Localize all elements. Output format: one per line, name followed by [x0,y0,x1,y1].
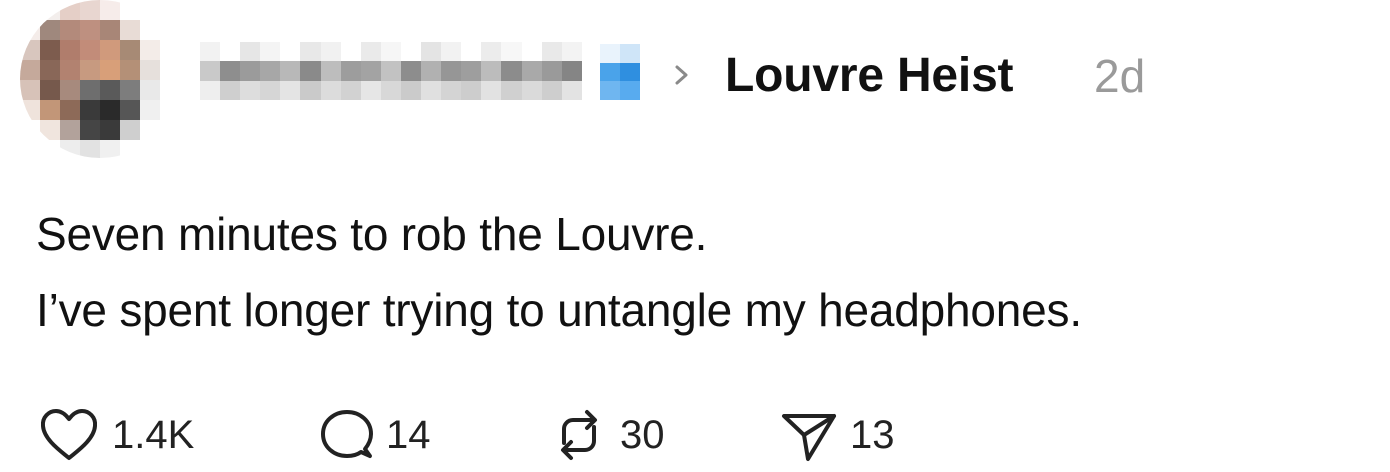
post-timestamp: 2d [1094,50,1146,102]
repost-arrows-icon [561,410,597,460]
post-text-line: I’ve spent longer trying to untangle my … [36,284,1082,336]
heart-icon [40,409,98,460]
like-button[interactable]: 1.4K [38,404,194,466]
post-card: Louvre Heist 2d Seven minutes to rob the… [0,0,1390,472]
post-text: Seven minutes to rob the Louvre. I’ve sp… [36,196,1082,348]
post-text-line: Seven minutes to rob the Louvre. [36,208,708,260]
reply-count: 14 [386,413,431,457]
verified-badge-icon [600,44,640,100]
share-count: 13 [850,413,895,457]
speech-bubble-icon [321,410,373,458]
community-link[interactable]: Louvre Heist [725,46,1014,106]
reply-button[interactable]: 14 [320,404,431,466]
paper-plane-icon [782,414,836,461]
repost-count: 30 [620,413,665,457]
repost-button[interactable]: 30 [550,404,665,466]
avatar[interactable] [20,0,180,158]
share-button[interactable]: 13 [780,404,895,466]
chevron-right-icon [675,65,688,85]
username[interactable] [200,42,582,100]
like-count: 1.4K [112,413,195,457]
